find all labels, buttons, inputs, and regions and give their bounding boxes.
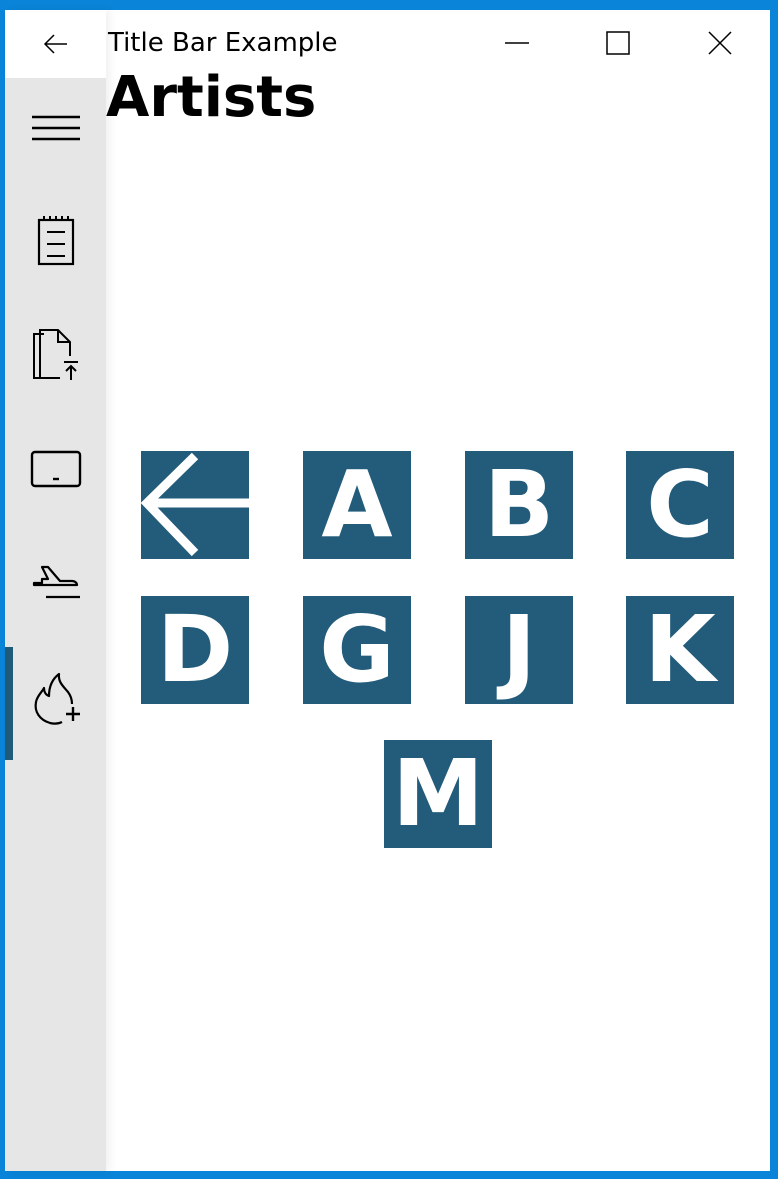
maximize-icon [606,31,630,55]
back-arrow-icon [141,452,249,557]
tile-letter[interactable]: J [465,596,573,704]
fire-add-icon [34,672,80,725]
close-button[interactable] [670,10,770,76]
nav-item-tablet[interactable] [5,420,106,520]
tile-letter[interactable]: K [626,596,734,704]
hamburger-menu-button[interactable] [5,78,106,178]
tile-letter[interactable]: D [141,596,249,704]
minimize-button[interactable] [467,10,567,76]
maximize-button[interactable] [568,10,668,76]
tile-letter[interactable]: M [384,740,492,848]
page-heading: Artists [106,65,317,130]
tile-letter[interactable]: G [303,596,411,704]
tile-letter[interactable]: A [303,451,411,559]
back-button[interactable] [5,10,106,78]
menu-icon [31,115,80,141]
copy-upload-icon [32,329,78,380]
tile-letter[interactable]: B [465,451,573,559]
notepad-icon [37,216,74,266]
navigation-pane [5,10,106,1171]
airplane-landing-icon [32,565,80,599]
app-window: Title Bar Example Artists A B C D G J K … [5,10,770,1171]
nav-item-documents[interactable] [5,305,106,405]
tablet-icon [30,450,81,488]
close-icon [708,31,732,55]
tile-letter[interactable]: C [626,451,734,559]
nav-item-flights[interactable] [5,535,106,635]
nav-item-notes[interactable] [5,190,106,290]
back-arrow-icon [43,34,67,54]
nav-item-trending[interactable] [5,650,106,750]
window-title: Title Bar Example [108,28,338,58]
minimize-icon [505,42,529,44]
tile-back[interactable] [141,451,249,559]
